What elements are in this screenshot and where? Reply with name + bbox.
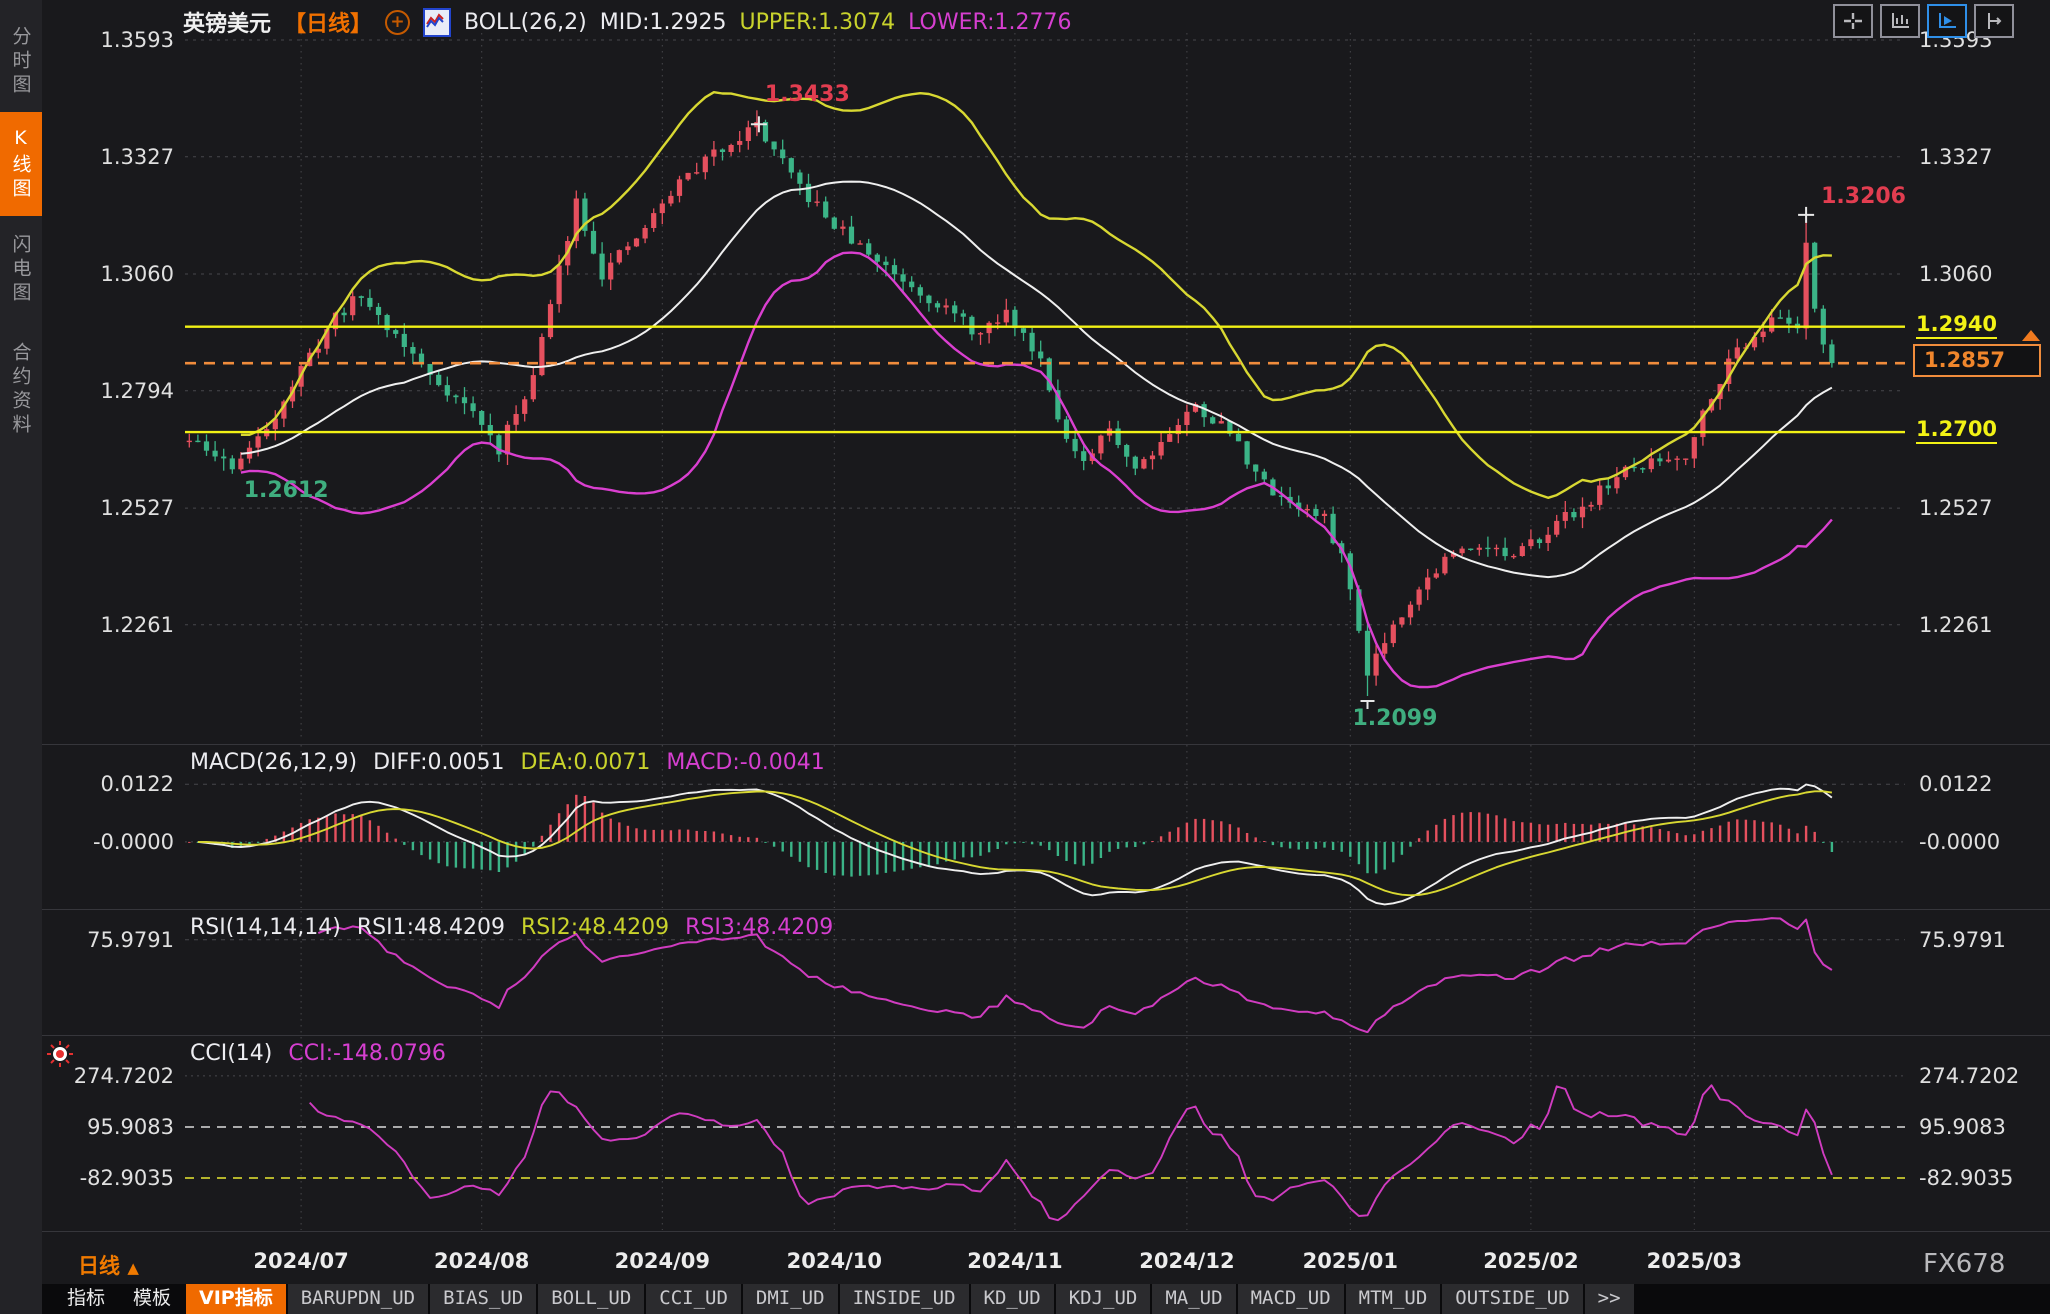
- xaxis-label: 2025/01: [1280, 1249, 1420, 1273]
- axis-tick: 95.9083: [87, 1115, 174, 1139]
- rsi1-value: RSI1:48.4209: [357, 915, 505, 940]
- xaxis-label: 2024/10: [764, 1249, 904, 1273]
- rsi2-value: RSI2:48.4209: [521, 915, 669, 940]
- macd-diff-value: DIFF:0.0051: [373, 750, 504, 775]
- rsi-title: RSI(14,14,14): [190, 915, 341, 940]
- alert-target-icon[interactable]: [46, 1040, 74, 1072]
- resistance-level-label: 1.2940: [1916, 312, 1997, 339]
- macd-legend: MACD(26,12,9) DIFF:0.0051 DEA:0.0071 MAC…: [190, 750, 825, 775]
- chart-toolbar: [1833, 4, 2014, 38]
- axis-tick: 0.0122: [101, 772, 174, 796]
- macd-dea-value: DEA:0.0071: [521, 750, 651, 775]
- period-selector[interactable]: 日线 ▲: [78, 1250, 139, 1280]
- axis-tick: 0.0122: [1919, 772, 1992, 796]
- tab-DMI_UD[interactable]: DMI_UD: [743, 1284, 838, 1314]
- pane-divider: [42, 744, 2050, 745]
- boll-upper-value: UPPER:1.3074: [740, 10, 896, 35]
- axis-tick: 1.2261: [1919, 613, 1992, 637]
- axis-tick: 1.2527: [1919, 496, 1992, 520]
- add-indicator-icon[interactable]: +: [385, 10, 410, 35]
- cci-title: CCI(14): [190, 1041, 272, 1066]
- tab-INSIDE_UD[interactable]: INSIDE_UD: [840, 1284, 969, 1314]
- axis-tick: 75.9791: [87, 928, 174, 952]
- axis-tick: 95.9083: [1919, 1115, 2006, 1139]
- triangle-up-icon: ▲: [127, 1259, 139, 1277]
- axis-tick: 1.3060: [101, 262, 174, 286]
- xaxis-label: 2024/08: [412, 1249, 552, 1273]
- pane-divider: [42, 909, 2050, 910]
- current-price-label: 1.2857: [1913, 344, 2041, 377]
- tab-MA_UD[interactable]: MA_UD: [1152, 1284, 1235, 1314]
- chart-legend: 英镑美元 【日线】 + BOLL(26,2) MID:1.2925 UPPER:…: [183, 6, 1072, 38]
- pan-crosshair-icon[interactable]: [1833, 4, 1873, 38]
- period-tag: 【日线】: [284, 6, 372, 38]
- axis-tick: 1.2261: [101, 613, 174, 637]
- sidebar: 分时图 K线图 闪电图 合约资料: [0, 0, 42, 1314]
- tab-CCI_UD[interactable]: CCI_UD: [646, 1284, 741, 1314]
- axis-tick: -0.0000: [1919, 830, 2000, 854]
- indicator-tab-bar: 指标模板VIP指标BARUPDN_UDBIAS_UDBOLL_UDCCI_UDD…: [42, 1284, 2050, 1314]
- axis-tick: 1.3593: [101, 28, 174, 52]
- xaxis-label: 2024/11: [945, 1249, 1085, 1273]
- xaxis-label: 2024/09: [592, 1249, 732, 1273]
- pane-divider: [42, 1231, 2050, 1232]
- chart-type-icon[interactable]: [423, 8, 451, 37]
- boll-label: BOLL(26,2): [464, 10, 587, 35]
- rsi-legend: RSI(14,14,14) RSI1:48.4209 RSI2:48.4209 …: [190, 915, 833, 940]
- sidebar-item-contract-info[interactable]: 合约资料: [0, 324, 42, 456]
- support-level-label: 1.2700: [1916, 417, 1997, 444]
- axis-tick: 75.9791: [1919, 928, 2006, 952]
- axis-tick: 1.2527: [101, 496, 174, 520]
- tab-KDJ_UD[interactable]: KDJ_UD: [1056, 1284, 1151, 1314]
- axis-tick: 1.3327: [1919, 145, 1992, 169]
- xaxis-label: 2025/03: [1624, 1249, 1764, 1273]
- axis-scale-icon[interactable]: [1880, 4, 1920, 38]
- tab-BIAS_UD[interactable]: BIAS_UD: [430, 1284, 536, 1314]
- chart-workspace: 分时图 K线图 闪电图 合约资料 英镑美元 【日线】 + BOLL(26,2) …: [0, 0, 2050, 1314]
- measure-icon[interactable]: [1974, 4, 2014, 38]
- axis-tick: 1.3327: [101, 145, 174, 169]
- sidebar-item-kline-chart[interactable]: K线图: [0, 112, 42, 216]
- tab-模板[interactable]: 模板: [120, 1284, 184, 1314]
- tab-BARUPDN_UD[interactable]: BARUPDN_UD: [288, 1284, 428, 1314]
- xaxis-label: 2024/12: [1117, 1249, 1257, 1273]
- symbol-title: 英镑美元: [183, 6, 271, 38]
- tab-OUTSIDE_UD[interactable]: OUTSIDE_UD: [1442, 1284, 1582, 1314]
- watermark: FX678: [1923, 1249, 2005, 1279]
- time-axis: 2024/07 2024/08 2024/09 2024/10 2024/11 2024/…: [42, 1240, 2050, 1282]
- axis-tick: 274.7202: [1919, 1064, 2019, 1088]
- rsi3-value: RSI3:48.4209: [685, 915, 833, 940]
- tab-VIP指标[interactable]: VIP指标: [186, 1284, 286, 1314]
- axis-tick: -0.0000: [93, 830, 174, 854]
- xaxis-label: 2024/07: [231, 1249, 371, 1273]
- axis-tick: -82.9035: [1919, 1166, 2013, 1190]
- axis-right: 1.35931.33271.30601.25271.22610.0122-0.0…: [1912, 0, 2050, 1314]
- axis-scale-play-icon[interactable]: [1927, 4, 1967, 38]
- macd-macd-value: MACD:-0.0041: [666, 750, 824, 775]
- cci-legend: CCI(14) CCI:-148.0796: [190, 1041, 446, 1066]
- xaxis-label: 2025/02: [1461, 1249, 1601, 1273]
- price-pointer-icon: [2022, 330, 2040, 341]
- tab->>[interactable]: >>: [1585, 1284, 1634, 1314]
- axis-tick: -82.9035: [80, 1166, 174, 1190]
- cci-value: CCI:-148.0796: [288, 1041, 446, 1066]
- sidebar-item-flash-chart[interactable]: 闪电图: [0, 220, 42, 320]
- boll-mid-value: MID:1.2925: [600, 10, 727, 35]
- sidebar-item-time-chart[interactable]: 分时图: [0, 12, 42, 112]
- axis-tick: 1.3060: [1919, 262, 1992, 286]
- tab-MACD_UD[interactable]: MACD_UD: [1238, 1284, 1344, 1314]
- tab-指标[interactable]: 指标: [54, 1284, 118, 1314]
- tab-KD_UD[interactable]: KD_UD: [971, 1284, 1054, 1314]
- axis-tick: 274.7202: [74, 1064, 174, 1088]
- pane-divider: [42, 1035, 2050, 1036]
- tab-BOLL_UD[interactable]: BOLL_UD: [538, 1284, 644, 1314]
- price-candlestick-chart[interactable]: [185, 33, 1905, 739]
- tab-MTM_UD[interactable]: MTM_UD: [1346, 1284, 1441, 1314]
- axis-left: 1.3593 1.3327 1.3060 1.2794 1.2527 1.2261 0.01…: [42, 0, 181, 1314]
- macd-title: MACD(26,12,9): [190, 750, 357, 775]
- boll-lower-value: LOWER:1.2776: [908, 10, 1071, 35]
- axis-tick: 1.2794: [101, 379, 174, 403]
